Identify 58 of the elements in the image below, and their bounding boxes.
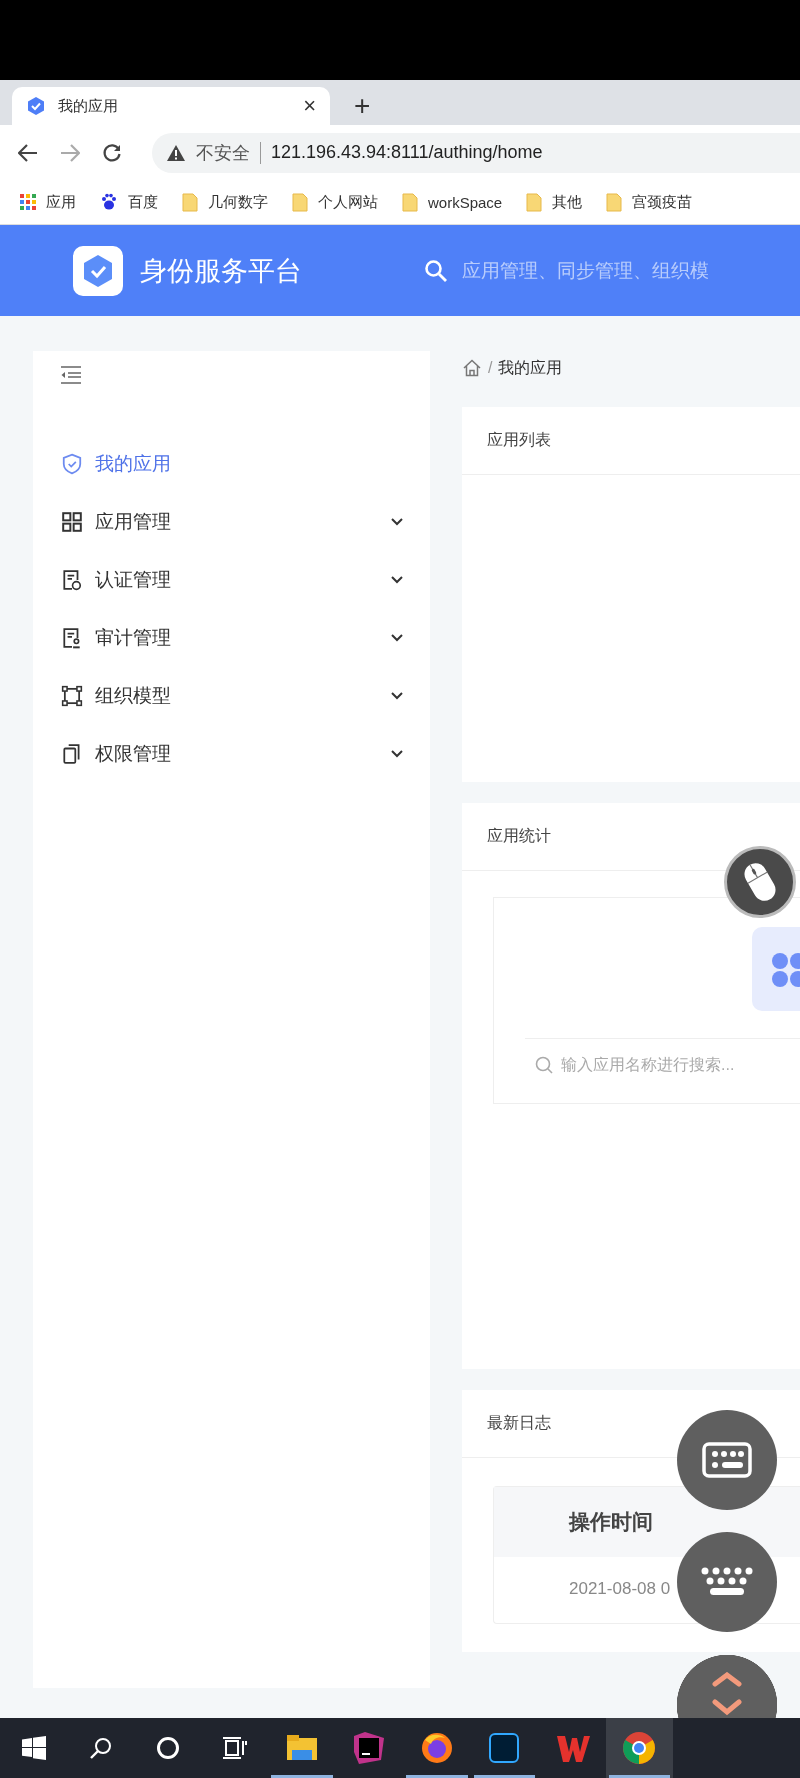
keyboard-icon [702, 1442, 752, 1478]
grid-icon [61, 511, 83, 533]
url-text: 121.196.43.94:8111/authing/home [271, 142, 543, 163]
chrome-icon [621, 1730, 658, 1766]
app-title: 身份服务平台 [140, 254, 302, 288]
search-icon [424, 258, 448, 283]
folder-icon [402, 192, 418, 212]
breadcrumb-separator: / [488, 359, 493, 377]
apps-grid-icon [20, 194, 36, 210]
search-icon [535, 1056, 553, 1074]
card-title: 应用统计 [487, 826, 551, 846]
search-icon [88, 1736, 113, 1760]
expand-button[interactable] [677, 1655, 777, 1718]
sidebar-item[interactable]: 审计管理 [33, 609, 430, 667]
document-badge-icon [61, 569, 83, 591]
paw-icon [100, 193, 118, 211]
sidebar-item[interactable]: 应用管理 [33, 493, 430, 551]
bookmark[interactable]: workSpace [402, 192, 503, 212]
address-bar[interactable]: 不安全 121.196.43.94:8111/authing/home [152, 132, 800, 173]
sidebar-item[interactable]: 组织模型 [33, 667, 430, 725]
reload-icon[interactable] [102, 142, 122, 163]
collapse-menu-icon[interactable] [60, 365, 82, 385]
warning-icon [166, 143, 186, 162]
document-person-icon [61, 627, 83, 649]
chevrons-icon [711, 1672, 743, 1716]
bookmark[interactable]: 宫颈疫苗 [606, 192, 693, 212]
security-label: 不安全 [196, 141, 250, 165]
card-title: 最新日志 [487, 1413, 551, 1433]
folder-icon [606, 192, 623, 212]
folder-icon [292, 192, 308, 212]
folder-icon [526, 192, 543, 212]
sidebar-item[interactable]: 权限管理 [33, 725, 430, 783]
bookmark[interactable]: 应用 [20, 192, 76, 212]
new-tab-button[interactable]: + [354, 91, 371, 121]
column-header: 操作时间 [569, 1509, 653, 1535]
taskbar-app[interactable] [605, 1718, 673, 1778]
shield-check-icon [61, 453, 83, 475]
browser-tab[interactable]: 我的应用 × [12, 87, 330, 125]
bookmark[interactable]: 其他 [526, 192, 583, 212]
home-icon[interactable] [462, 358, 482, 378]
bookmark[interactable]: 几何数字 [182, 192, 268, 212]
windows-icon [21, 1736, 46, 1760]
bookmark[interactable]: 个人网站 [292, 192, 378, 212]
folder-icon [182, 192, 198, 212]
sidebar-item[interactable]: 认证管理 [33, 551, 430, 609]
sidebar-item[interactable]: 我的应用 [33, 435, 430, 493]
table-cell: 2021-08-08 0 [569, 1579, 671, 1599]
breadcrumb-current: 我的应用 [498, 357, 563, 378]
shield-check-icon [26, 96, 46, 116]
card-title: 应用列表 [487, 430, 551, 450]
task-view-icon [221, 1736, 248, 1760]
close-tab-button[interactable]: × [303, 93, 316, 119]
square-nodes-icon [61, 685, 83, 707]
back-icon[interactable] [18, 143, 38, 162]
keyboard-icon [700, 1567, 754, 1597]
shield-check-icon [82, 253, 114, 288]
bookmark[interactable]: 百度 [100, 192, 158, 212]
ring-icon [155, 1736, 180, 1760]
